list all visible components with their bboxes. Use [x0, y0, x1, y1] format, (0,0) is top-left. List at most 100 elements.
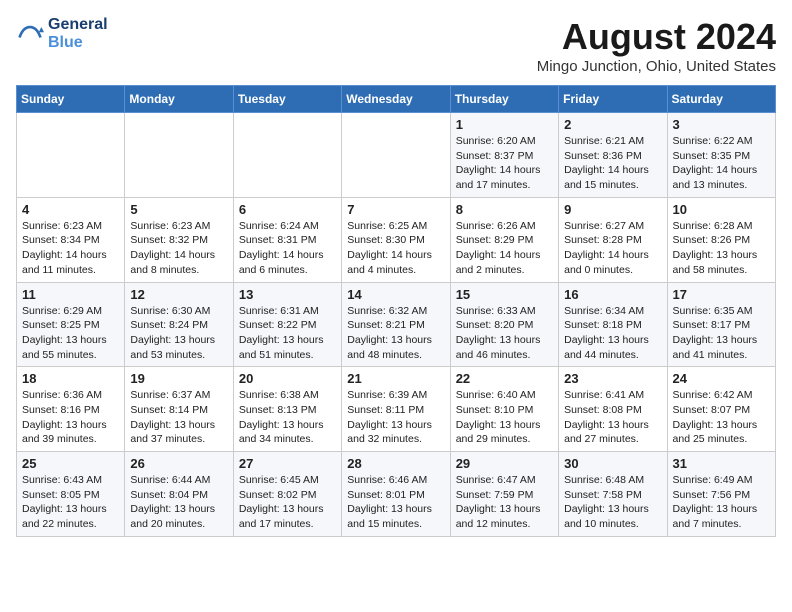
day-cell: 21 Sunrise: 6:39 AM Sunset: 8:11 PM Dayli… [342, 367, 450, 452]
header-cell-tuesday: Tuesday [233, 86, 341, 113]
day-info: Sunrise: 6:32 AM Sunset: 8:21 PM Dayligh… [347, 304, 444, 363]
title-area: August 2024 Mingo Junction, Ohio, United… [537, 16, 776, 75]
logo-line1: General [48, 16, 108, 34]
day-number: 10 [673, 202, 770, 217]
day-number: 23 [564, 371, 661, 386]
day-number: 14 [347, 287, 444, 302]
day-cell: 22Sunrise: 6:40 AM Sunset: 8:10 PM Dayli… [450, 367, 558, 452]
day-info: Sunrise: 6:27 AM Sunset: 8:28 PM Dayligh… [564, 219, 661, 278]
day-cell: 17 Sunrise: 6:35 AM Sunset: 8:17 PM Dayli… [667, 282, 775, 367]
day-number: 29 [456, 456, 553, 471]
logo-icon [16, 20, 44, 48]
day-cell: 16 Sunrise: 6:34 AM Sunset: 8:18 PM Dayli… [559, 282, 667, 367]
day-number: 28 [347, 456, 444, 471]
day-cell: 8Sunrise: 6:26 AM Sunset: 8:29 PM Daylig… [450, 197, 558, 282]
day-info: Sunrise: 6:24 AM Sunset: 8:31 PM Dayligh… [239, 219, 336, 278]
week-row-4: 18 Sunrise: 6:36 AM Sunset: 8:16 PM Dayli… [17, 367, 776, 452]
day-info: Sunrise: 6:42 AM Sunset: 8:07 PM Dayligh… [673, 388, 770, 447]
day-cell: 11Sunrise: 6:29 AM Sunset: 8:25 PM Dayli… [17, 282, 125, 367]
day-info: Sunrise: 6:21 AM Sunset: 8:36 PM Dayligh… [564, 134, 661, 193]
calendar-header: SundayMondayTuesdayWednesdayThursdayFrid… [17, 86, 776, 113]
day-info: Sunrise: 6:35 AM Sunset: 8:17 PM Dayligh… [673, 304, 770, 363]
calendar-body: 1 Sunrise: 6:20 AM Sunset: 8:37 PM Daylig… [17, 113, 776, 537]
day-cell: 26 Sunrise: 6:44 AM Sunset: 8:04 PM Dayli… [125, 452, 233, 537]
day-info: Sunrise: 6:44 AM Sunset: 8:04 PM Dayligh… [130, 473, 227, 532]
day-info: Sunrise: 6:41 AM Sunset: 8:08 PM Dayligh… [564, 388, 661, 447]
day-info: Sunrise: 6:38 AM Sunset: 8:13 PM Dayligh… [239, 388, 336, 447]
day-info: Sunrise: 6:28 AM Sunset: 8:26 PM Dayligh… [673, 219, 770, 278]
header-cell-sunday: Sunday [17, 86, 125, 113]
header-cell-thursday: Thursday [450, 86, 558, 113]
day-cell: 18 Sunrise: 6:36 AM Sunset: 8:16 PM Dayli… [17, 367, 125, 452]
day-info: Sunrise: 6:34 AM Sunset: 8:18 PM Dayligh… [564, 304, 661, 363]
day-cell: 28Sunrise: 6:46 AM Sunset: 8:01 PM Dayli… [342, 452, 450, 537]
day-info: Sunrise: 6:43 AM Sunset: 8:05 PM Dayligh… [22, 473, 119, 532]
day-number: 12 [130, 287, 227, 302]
day-cell: 5Sunrise: 6:23 AM Sunset: 8:32 PM Daylig… [125, 197, 233, 282]
week-row-5: 25Sunrise: 6:43 AM Sunset: 8:05 PM Dayli… [17, 452, 776, 537]
day-cell: 25Sunrise: 6:43 AM Sunset: 8:05 PM Dayli… [17, 452, 125, 537]
day-cell: 10 Sunrise: 6:28 AM Sunset: 8:26 PM Dayli… [667, 197, 775, 282]
day-number: 20 [239, 371, 336, 386]
week-row-3: 11Sunrise: 6:29 AM Sunset: 8:25 PM Dayli… [17, 282, 776, 367]
day-number: 22 [456, 371, 553, 386]
header-cell-wednesday: Wednesday [342, 86, 450, 113]
day-cell: 24Sunrise: 6:42 AM Sunset: 8:07 PM Dayli… [667, 367, 775, 452]
day-cell: 2 Sunrise: 6:21 AM Sunset: 8:36 PM Daylig… [559, 113, 667, 198]
header-cell-saturday: Saturday [667, 86, 775, 113]
day-info: Sunrise: 6:37 AM Sunset: 8:14 PM Dayligh… [130, 388, 227, 447]
day-info: Sunrise: 6:20 AM Sunset: 8:37 PM Dayligh… [456, 134, 553, 193]
day-cell [342, 113, 450, 198]
header-cell-friday: Friday [559, 86, 667, 113]
day-cell: 13 Sunrise: 6:31 AM Sunset: 8:22 PM Dayli… [233, 282, 341, 367]
day-info: Sunrise: 6:39 AM Sunset: 8:11 PM Dayligh… [347, 388, 444, 447]
day-info: Sunrise: 6:49 AM Sunset: 7:56 PM Dayligh… [673, 473, 770, 532]
calendar-title: August 2024 [537, 16, 776, 58]
day-info: Sunrise: 6:25 AM Sunset: 8:30 PM Dayligh… [347, 219, 444, 278]
day-info: Sunrise: 6:45 AM Sunset: 8:02 PM Dayligh… [239, 473, 336, 532]
day-number: 7 [347, 202, 444, 217]
day-number: 11 [22, 287, 119, 302]
day-cell: 29 Sunrise: 6:47 AM Sunset: 7:59 PM Dayli… [450, 452, 558, 537]
day-number: 1 [456, 117, 553, 132]
day-info: Sunrise: 6:47 AM Sunset: 7:59 PM Dayligh… [456, 473, 553, 532]
day-number: 5 [130, 202, 227, 217]
day-info: Sunrise: 6:31 AM Sunset: 8:22 PM Dayligh… [239, 304, 336, 363]
day-cell: 9 Sunrise: 6:27 AM Sunset: 8:28 PM Daylig… [559, 197, 667, 282]
day-cell: 14 Sunrise: 6:32 AM Sunset: 8:21 PM Dayli… [342, 282, 450, 367]
day-cell: 4Sunrise: 6:23 AM Sunset: 8:34 PM Daylig… [17, 197, 125, 282]
day-number: 16 [564, 287, 661, 302]
day-cell: 23 Sunrise: 6:41 AM Sunset: 8:08 PM Dayli… [559, 367, 667, 452]
day-cell: 20 Sunrise: 6:38 AM Sunset: 8:13 PM Dayli… [233, 367, 341, 452]
day-cell: 7 Sunrise: 6:25 AM Sunset: 8:30 PM Daylig… [342, 197, 450, 282]
calendar-table: SundayMondayTuesdayWednesdayThursdayFrid… [16, 85, 776, 537]
day-number: 8 [456, 202, 553, 217]
day-number: 9 [564, 202, 661, 217]
day-cell: 15Sunrise: 6:33 AM Sunset: 8:20 PM Dayli… [450, 282, 558, 367]
day-cell: 1 Sunrise: 6:20 AM Sunset: 8:37 PM Daylig… [450, 113, 558, 198]
day-cell: 27 Sunrise: 6:45 AM Sunset: 8:02 PM Dayli… [233, 452, 341, 537]
week-row-2: 4Sunrise: 6:23 AM Sunset: 8:34 PM Daylig… [17, 197, 776, 282]
logo: General Blue [16, 16, 108, 51]
day-cell: 30Sunrise: 6:48 AM Sunset: 7:58 PM Dayli… [559, 452, 667, 537]
day-cell: 12Sunrise: 6:30 AM Sunset: 8:24 PM Dayli… [125, 282, 233, 367]
day-info: Sunrise: 6:22 AM Sunset: 8:35 PM Dayligh… [673, 134, 770, 193]
day-number: 17 [673, 287, 770, 302]
day-number: 6 [239, 202, 336, 217]
day-info: Sunrise: 6:33 AM Sunset: 8:20 PM Dayligh… [456, 304, 553, 363]
day-number: 18 [22, 371, 119, 386]
logo-line2: Blue [48, 34, 108, 52]
day-info: Sunrise: 6:36 AM Sunset: 8:16 PM Dayligh… [22, 388, 119, 447]
day-number: 19 [130, 371, 227, 386]
day-cell [17, 113, 125, 198]
header-cell-monday: Monday [125, 86, 233, 113]
day-number: 27 [239, 456, 336, 471]
week-row-1: 1 Sunrise: 6:20 AM Sunset: 8:37 PM Daylig… [17, 113, 776, 198]
day-number: 13 [239, 287, 336, 302]
day-number: 26 [130, 456, 227, 471]
day-cell [233, 113, 341, 198]
day-number: 2 [564, 117, 661, 132]
calendar-subtitle: Mingo Junction, Ohio, United States [537, 58, 776, 75]
day-info: Sunrise: 6:23 AM Sunset: 8:34 PM Dayligh… [22, 219, 119, 278]
day-number: 21 [347, 371, 444, 386]
